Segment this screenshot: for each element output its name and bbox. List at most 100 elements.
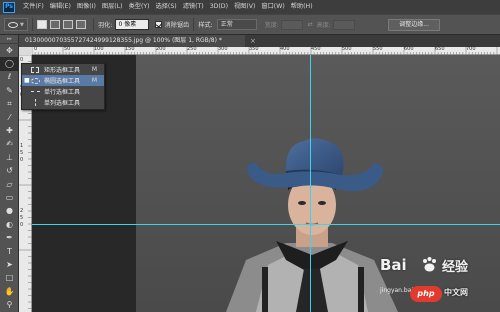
healing-brush-icon[interactable]: ✚: [0, 124, 19, 137]
flyout-item-rectangular-marquee[interactable]: 矩形选框工具 M: [22, 64, 104, 75]
flyout-item-single-row-marquee[interactable]: 单行选框工具: [22, 86, 104, 97]
chevron-down-icon: ▼: [20, 21, 24, 28]
ruler-label: 700: [466, 46, 476, 52]
ruler-label: 350: [249, 46, 259, 52]
separator: [193, 18, 195, 31]
elliptical-marquee-icon: [8, 21, 18, 28]
antialias-label: 消除锯齿: [164, 22, 190, 29]
flyout-item-label: 单列选框工具: [44, 100, 81, 107]
gradient-icon[interactable]: ▭: [0, 191, 19, 204]
crop-icon[interactable]: ⌗: [0, 98, 19, 111]
baidu-paw-icon: [423, 257, 436, 272]
ruler-label: 500: [342, 46, 352, 52]
pen-icon[interactable]: ✒: [0, 231, 19, 244]
baidu-jingyan-text: 经验: [442, 260, 469, 275]
ruler-label: 150: [125, 46, 135, 52]
baidu-logo-text: Bai: [380, 256, 407, 274]
menu-3d[interactable]: 3D(D): [210, 0, 228, 14]
width-input[interactable]: [280, 19, 303, 30]
height-label: 高度:: [316, 22, 331, 29]
horizontal-guide[interactable]: [32, 224, 500, 225]
photoshop-window: Ps 文件(F) 编辑(E) 图像(I) 图层(L) 类型(Y) 选择(S) 滤…: [0, 0, 500, 312]
document-tab-bar: 0130000070355727424999128355.jpg @ 100% …: [19, 35, 500, 47]
vertical-guide[interactable]: [310, 55, 311, 312]
clone-stamp-icon[interactable]: ⊥: [0, 151, 19, 164]
ruler-label: 0: [34, 46, 38, 52]
menu-items: 文件(F) 编辑(E) 图像(I) 图层(L) 类型(Y) 选择(S) 滤镜(T…: [23, 0, 319, 14]
ruler-label: 1: [20, 143, 24, 149]
photoshop-logo: Ps: [3, 1, 15, 13]
menu-file[interactable]: 文件(F): [23, 0, 44, 14]
ruler-label: 100: [94, 46, 104, 52]
single-column-marquee-icon: [34, 99, 36, 106]
separator: [32, 18, 33, 31]
flyout-item-label: 矩形选框工具: [44, 67, 81, 74]
width-label: 宽度:: [264, 22, 279, 29]
menu-filter[interactable]: 滤镜(T): [183, 0, 204, 14]
horizontal-ruler[interactable]: 0 50 100 150 200 250 300 350 400 450 500…: [32, 46, 500, 55]
ruler-origin[interactable]: [19, 47, 32, 55]
ruler-label: 50: [64, 46, 71, 52]
ruler-label: 450: [311, 46, 321, 52]
php-cn-text: 中文网: [444, 288, 468, 297]
elliptical-marquee-icon: [30, 77, 40, 84]
options-bar: ▼ 羽化: 0 像素 消除锯齿 样式: 正常 宽度: ⇄ 高度: 调整边缘...: [0, 14, 500, 35]
toolbox: ▸▸ ✥ ◯ ℓ ✎ ⌗ ⁄ ✚ ✍ ⊥ ↺ ▱ ▭ ● ◐ ✒ T ➤ □ ✋ ⚲: [0, 35, 19, 312]
lasso-icon[interactable]: ℓ: [0, 71, 19, 84]
ruler-label: 400: [280, 46, 290, 52]
rectangular-marquee-icon: [31, 66, 39, 73]
menu-image[interactable]: 图像(I): [77, 0, 96, 14]
ruler-label: 250: [187, 46, 197, 52]
ruler-label: 200: [156, 46, 166, 52]
elliptical-marquee-icon[interactable]: ◯: [0, 57, 19, 71]
height-input[interactable]: [332, 19, 355, 30]
type-icon[interactable]: T: [0, 245, 19, 258]
menu-window[interactable]: 窗口(W): [261, 0, 284, 14]
feather-label: 羽化:: [98, 22, 113, 29]
tool-list: ✥ ◯ ℓ ✎ ⌗ ⁄ ✚ ✍ ⊥ ↺ ▱ ▭ ● ◐ ✒ T ➤ □ ✋ ⚲: [0, 44, 19, 312]
menu-view[interactable]: 视图(V): [234, 0, 255, 14]
shortcut-key: M: [91, 77, 97, 84]
hand-icon[interactable]: ✋: [0, 285, 19, 298]
shortcut-key: M: [91, 66, 97, 73]
new-selection-button[interactable]: [37, 20, 47, 29]
dodge-icon[interactable]: ◐: [0, 218, 19, 231]
tool-preset-picker[interactable]: ▼: [4, 18, 28, 31]
antialias-checkbox[interactable]: [155, 21, 163, 28]
swap-icon[interactable]: ⇄: [308, 21, 313, 28]
php-badge-logo: php: [410, 286, 442, 302]
menu-help[interactable]: 帮助(H): [291, 0, 313, 14]
path-selection-icon[interactable]: ➤: [0, 258, 19, 271]
blur-icon[interactable]: ●: [0, 205, 19, 218]
marquee-tool-flyout: 矩形选框工具 M ■ 椭圆选框工具 M 单行选框工具 单列选框工具: [21, 63, 105, 110]
flyout-item-single-column-marquee[interactable]: 单列选框工具: [22, 97, 104, 108]
intersect-selection-button[interactable]: [76, 20, 86, 29]
flyout-item-elliptical-marquee[interactable]: ■ 椭圆选框工具 M: [22, 75, 104, 86]
history-brush-icon[interactable]: ↺: [0, 165, 19, 178]
ruler-label: 5: [20, 215, 24, 221]
menu-layer[interactable]: 图层(L): [102, 0, 123, 14]
quick-selection-icon[interactable]: ✎: [0, 84, 19, 97]
separator: [93, 18, 94, 31]
ruler-label: 0: [20, 157, 24, 163]
ruler-label: 5: [20, 150, 24, 156]
toolbox-collapse-icon[interactable]: ▸▸: [0, 35, 19, 44]
menu-edit[interactable]: 编辑(E): [50, 0, 71, 14]
subtract-from-selection-button[interactable]: [63, 20, 73, 29]
feather-input[interactable]: 0 像素: [115, 19, 150, 30]
rectangle-icon[interactable]: □: [0, 272, 19, 285]
style-select[interactable]: 正常: [216, 19, 257, 30]
refine-edge-button[interactable]: 调整边缘...: [388, 18, 440, 31]
add-to-selection-button[interactable]: [50, 20, 60, 29]
zoom-icon[interactable]: ⚲: [0, 298, 19, 311]
eraser-icon[interactable]: ▱: [0, 178, 19, 191]
menu-type[interactable]: 类型(Y): [129, 0, 150, 14]
menu-select[interactable]: 选择(S): [156, 0, 177, 14]
flyout-item-label: 单行选框工具: [44, 89, 81, 96]
ruler-label: 2: [20, 208, 24, 214]
eyedropper-icon[interactable]: ⁄: [0, 111, 19, 124]
brush-icon[interactable]: ✍: [0, 138, 19, 151]
ruler-label: 300: [218, 46, 228, 52]
move-icon[interactable]: ✥: [0, 44, 19, 57]
ruler-label: 650: [435, 46, 445, 52]
